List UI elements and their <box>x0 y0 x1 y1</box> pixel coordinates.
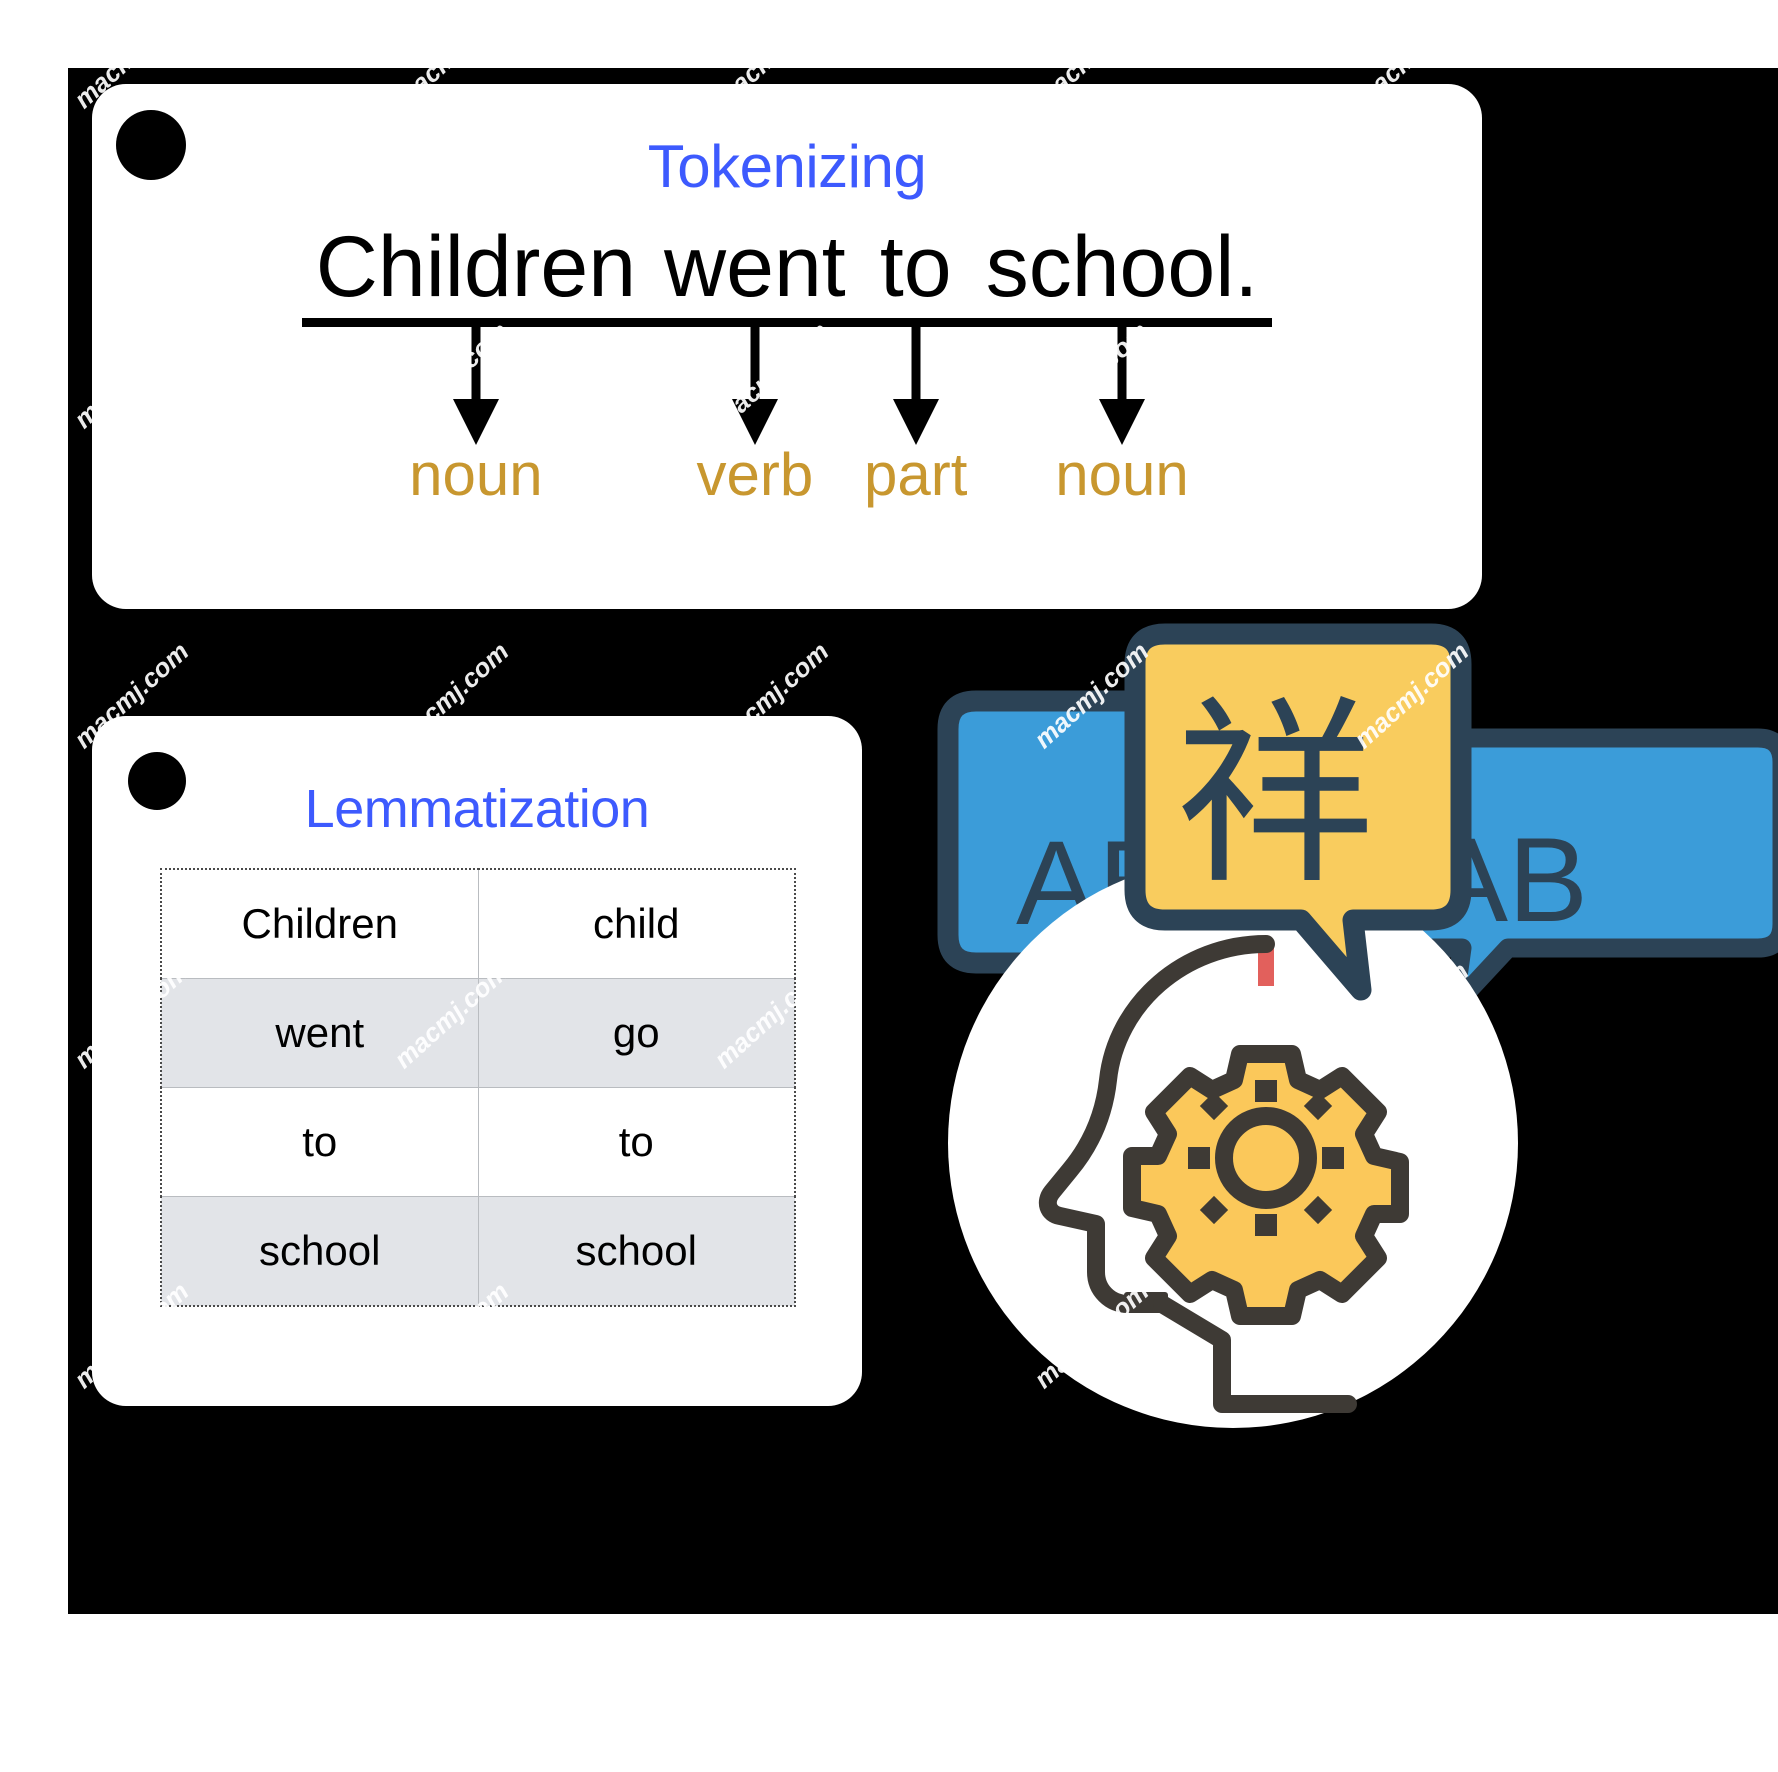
tokenizing-panel: Tokenizing Children noun went verb to pa… <box>92 84 1482 609</box>
speech-bubble-yellow: 祥 <box>1113 618 1483 1008</box>
lemma-cell: to <box>478 1087 795 1197</box>
surface-form-cell: to <box>161 1087 479 1197</box>
surface-form-cell: school <box>161 1196 479 1306</box>
speech-bubble-yellow-label: 祥 <box>1175 679 1376 912</box>
down-arrow-icon <box>731 327 778 445</box>
token-column: Children noun <box>301 219 651 508</box>
token-underline <box>971 318 1273 327</box>
surface-form-cell: went <box>161 978 479 1088</box>
token-column: school. noun <box>971 219 1273 508</box>
token-column: to part <box>859 219 972 508</box>
pos-tag: noun <box>1055 441 1189 508</box>
lemmatization-table: Children child went go to to school scho… <box>160 868 796 1307</box>
pos-tag: part <box>864 441 968 508</box>
tokenizing-title: Tokenizing <box>647 133 927 200</box>
down-arrow-icon <box>1098 327 1145 445</box>
lemma-cell: school <box>478 1196 795 1306</box>
token-word: went <box>664 219 846 315</box>
token-column: went verb <box>650 224 860 505</box>
gear-icon <box>1123 1045 1409 1325</box>
token-underline <box>859 318 972 327</box>
tokenized-sentence: Children noun went verb to part school. … <box>92 224 1482 505</box>
token-word: Children <box>315 219 637 315</box>
down-arrow-icon <box>892 327 939 445</box>
token-underline <box>650 318 860 327</box>
token-underline <box>301 318 651 327</box>
table-row: Children child <box>161 869 795 979</box>
token-word: school. <box>985 219 1259 315</box>
lemma-cell: child <box>478 869 795 979</box>
pos-tag: verb <box>696 441 814 508</box>
lemmatization-title: Lemmatization <box>304 779 650 839</box>
down-arrow-icon <box>452 327 499 445</box>
table-row: school school <box>161 1196 795 1306</box>
lemma-cell: go <box>478 978 795 1088</box>
pos-tag: noun <box>409 441 543 508</box>
token-word: to <box>879 219 952 315</box>
table-row: went go <box>161 978 795 1088</box>
black-stage: Tokenizing Children noun went verb to pa… <box>68 68 1778 1614</box>
surface-form-cell: Children <box>161 869 479 979</box>
table-row: to to <box>161 1087 795 1197</box>
lemmatization-panel: Lemmatization Children child went go to … <box>92 716 862 1406</box>
